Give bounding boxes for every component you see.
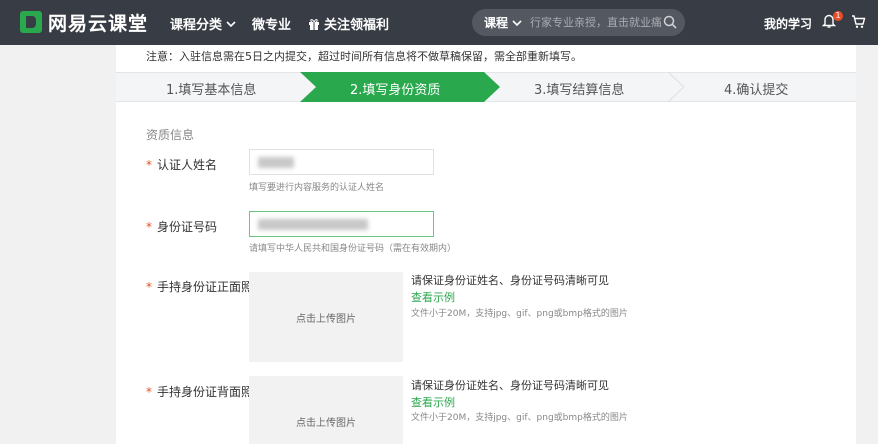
name-label-text: 认证人姓名: [157, 158, 218, 172]
id-back-example-link[interactable]: 查看示例: [411, 394, 455, 410]
search-icon[interactable]: [663, 15, 677, 29]
id-number-label: * 身份证号码: [146, 218, 217, 235]
search-input[interactable]: [530, 12, 679, 33]
nav-follow-benefits-label: 关注领福利: [324, 18, 390, 33]
id-front-upload[interactable]: 点击上传图片: [249, 272, 403, 362]
id-back-requirement: 请保证身份证姓名、身份证号码清晰可见: [411, 379, 609, 392]
step-3: 3.填写结算信息: [534, 83, 625, 98]
step-1: 1.填写基本信息: [166, 83, 257, 98]
nav-micro-major[interactable]: 微专业: [252, 14, 291, 33]
id-back-label: * 手持身份证背面照: [146, 383, 253, 400]
step-2-active: 2.填写身份资质: [350, 83, 441, 98]
logo[interactable]: 网易云课堂: [20, 11, 149, 35]
id-number-input[interactable]: [249, 211, 434, 237]
id-front-requirement: 请保证身份证姓名、身份证号码清晰可见: [411, 274, 609, 287]
id-front-example-link[interactable]: 查看示例: [411, 289, 455, 305]
search-category-label: 课程: [484, 16, 509, 30]
name-label: * 认证人姓名: [146, 156, 217, 173]
required-mark: *: [146, 280, 152, 294]
upload-text: 点击上传图片: [296, 314, 356, 325]
required-mark: *: [146, 385, 152, 399]
name-input[interactable]: [249, 149, 434, 175]
id-front-label: * 手持身份证正面照: [146, 278, 253, 295]
search-bar: 课程: [472, 9, 685, 36]
section-title: 资质信息: [146, 128, 195, 142]
id-front-file-note: 文件小于20M，支持jpg、gif、png或bmp格式的图片: [411, 309, 628, 319]
required-mark: *: [146, 220, 152, 234]
redacted-value: [258, 157, 294, 168]
notification-badge: 1: [833, 11, 843, 21]
nav-micro-major-label: 微专业: [252, 18, 292, 33]
name-hint: 填写要进行内容服务的认证人姓名: [249, 183, 385, 193]
step-4: 4.确认提交: [724, 83, 789, 98]
top-nav-bar: 网易云课堂 课程分类 微专业 关注领福利 课程 我的学习 1: [0, 0, 878, 45]
nav-course-categories-label: 课程分类: [170, 18, 223, 33]
id-back-label-text: 手持身份证背面照: [157, 385, 254, 399]
redacted-value: [258, 219, 368, 230]
logo-text: 网易云课堂: [48, 12, 149, 35]
logo-icon: [20, 11, 42, 33]
id-front-label-text: 手持身份证正面照: [157, 280, 254, 294]
nav-follow-benefits[interactable]: 关注领福利: [308, 14, 389, 33]
gift-icon: [309, 18, 319, 30]
chevron-down-icon: [226, 20, 236, 27]
id-number-hint: 请填写中华人民共和国身份证号码（需在有效期内）: [249, 244, 457, 254]
nav-course-categories[interactable]: 课程分类: [170, 14, 236, 33]
my-study-link[interactable]: 我的学习: [764, 15, 812, 32]
registration-panel: 注意：入驻信息需在5日之内提交，超过时间所有信息将不做草稿保留，需全部重新填写。…: [116, 45, 856, 444]
cart-icon[interactable]: [851, 14, 866, 29]
step-progress: 1.填写基本信息 2.填写身份资质 3.填写结算信息 4.确认提交: [116, 72, 856, 102]
required-mark: *: [146, 158, 152, 172]
upload-text: 点击上传图片: [296, 418, 356, 429]
id-number-label-text: 身份证号码: [157, 220, 218, 234]
id-back-upload[interactable]: 点击上传图片: [249, 376, 403, 444]
draft-notice: 注意：入驻信息需在5日之内提交，超过时间所有信息将不做草稿保留，需全部重新填写。: [146, 50, 582, 63]
chevron-down-icon: [512, 19, 522, 26]
id-back-file-note: 文件小于20M，支持jpg、gif、png或bmp格式的图片: [411, 413, 628, 423]
search-category-select[interactable]: 课程: [484, 14, 522, 31]
